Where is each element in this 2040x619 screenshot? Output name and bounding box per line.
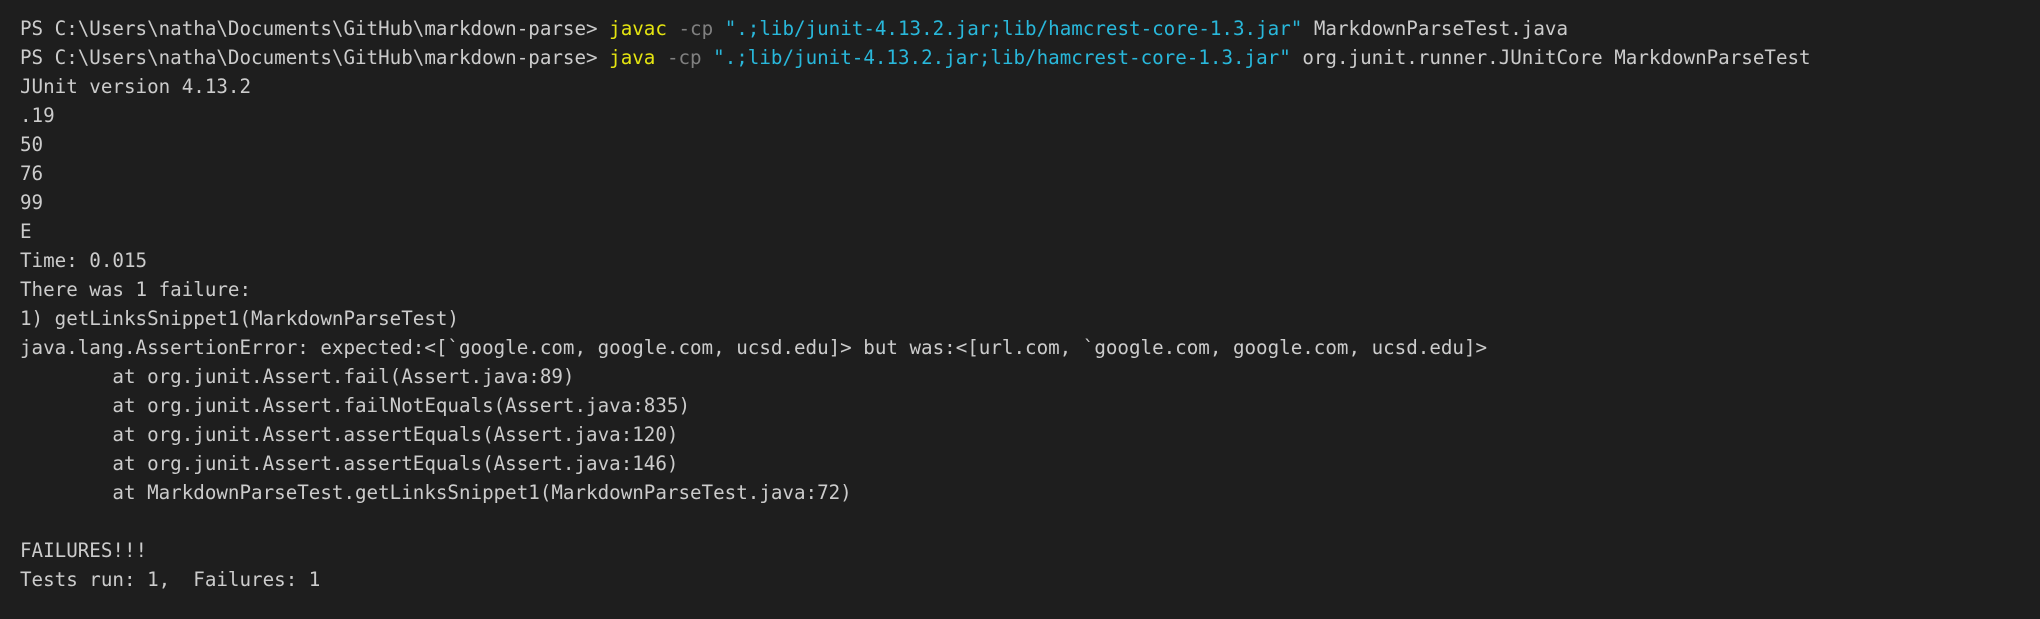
command-args: org.junit.runner.JUnitCore MarkdownParse… (1302, 46, 1811, 69)
classpath-string: ".;lib/junit-4.13.2.jar;lib/hamcrest-cor… (713, 46, 1291, 69)
command-line-javac: PS C:\Users\natha\Documents\GitHub\markd… (20, 14, 2020, 43)
command-flag: -cp (666, 46, 702, 69)
terminal-panel[interactable]: PS C:\Users\natha\Documents\GitHub\markd… (0, 0, 2040, 619)
output-line: E (20, 220, 32, 243)
output-line: 50 (20, 133, 44, 156)
output-line: FAILURES!!! (20, 539, 148, 562)
output-line: at org.junit.Assert.assertEquals(Assert.… (20, 423, 679, 446)
command-line-java: PS C:\Users\natha\Documents\GitHub\markd… (20, 43, 2020, 72)
command-name: javac (609, 17, 667, 40)
prompt: PS C:\Users\natha\Documents\GitHub\markd… (20, 17, 610, 40)
output-line: 1) getLinksSnippet1(MarkdownParseTest) (20, 307, 459, 330)
command-args: MarkdownParseTest.java (1313, 17, 1569, 40)
output-line: .19 (20, 104, 55, 127)
output-line: Time: 0.015 (20, 249, 148, 272)
output-line: at org.junit.Assert.assertEquals(Assert.… (20, 452, 679, 475)
prompt: PS C:\Users\natha\Documents\GitHub\markd… (20, 46, 610, 69)
output-line: at org.junit.Assert.failNotEquals(Assert… (20, 394, 691, 417)
command-flag: -cp (678, 17, 714, 40)
output-line: 76 (20, 162, 44, 185)
output-line: There was 1 failure: (20, 278, 252, 301)
output-line: JUnit version 4.13.2 (20, 75, 252, 98)
output-line: Tests run: 1, Failures: 1 (20, 568, 321, 591)
output-line: at org.junit.Assert.fail(Assert.java:89) (20, 365, 575, 388)
output-line: 99 (20, 191, 44, 214)
output-line: java.lang.AssertionError: expected:<[`go… (20, 336, 1488, 359)
command-name: java (609, 46, 656, 69)
classpath-string: ".;lib/junit-4.13.2.jar;lib/hamcrest-cor… (724, 17, 1303, 40)
output-line: at MarkdownParseTest.getLinksSnippet1(Ma… (20, 481, 852, 504)
